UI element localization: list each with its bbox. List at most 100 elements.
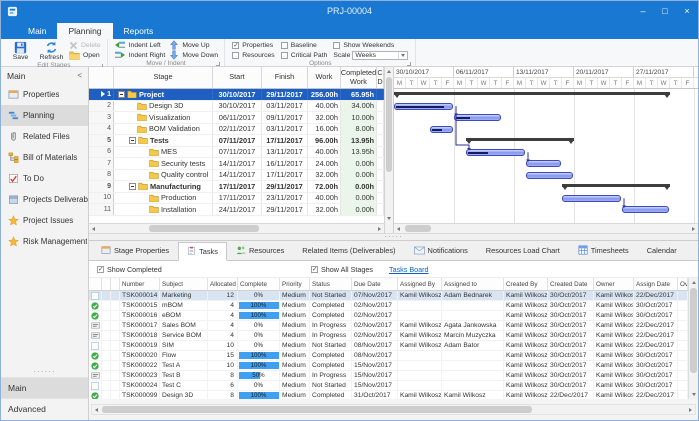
stage-row[interactable]: 1 Project 30/10/2017 29/11/2017 256.00h … <box>89 89 384 101</box>
stage-row[interactable]: 8 Quality control 14/11/2017 17/11/2017 … <box>89 170 384 182</box>
task-row[interactable]: TSK000023 Test B 8 50% Medium In Progres… <box>89 371 688 381</box>
stage-row[interactable]: 10 Production 17/11/2017 23/11/2017 40.0… <box>89 193 384 205</box>
ribbon-tab-planning[interactable]: Planning <box>57 23 112 39</box>
resources-checkbox[interactable]: Resources <box>232 50 275 60</box>
stage-grid-vscrollbar[interactable] <box>384 67 394 233</box>
task-col-status[interactable]: Status <box>310 278 352 290</box>
sidebar-item-properties[interactable]: Properties <box>1 84 88 105</box>
delete-button[interactable]: Delete <box>69 40 101 50</box>
open-button[interactable]: Open <box>69 50 101 60</box>
stage-row[interactable]: 11 Installation 24/11/2017 29/11/2017 32… <box>89 204 384 216</box>
tab-resources[interactable]: Resources <box>227 241 293 260</box>
properties-checkbox[interactable]: ✓Properties <box>232 40 275 50</box>
show-weekends-checkbox[interactable]: Show Weekends <box>333 40 408 50</box>
ribbon-tab-reports[interactable]: Reports <box>113 23 165 39</box>
tab-related-items-deliverables[interactable]: Related Items (Deliverables) <box>293 242 404 260</box>
critical-path-checkbox[interactable]: Critical Path <box>281 50 328 60</box>
tab-timesheets[interactable]: Timesheets <box>569 241 638 260</box>
move-up-button[interactable]: Move Up <box>169 40 218 50</box>
sidebar-item-bill-of-materials[interactable]: Bill of Materials <box>1 147 88 168</box>
tasks-board-link[interactable]: Tasks Board <box>389 261 429 277</box>
task-row[interactable]: TSK000015 mBOM 4 100% Medium Completed 0… <box>89 301 688 311</box>
task-row[interactable]: TSK000016 eBOM 4 100% Medium Completed 0… <box>89 311 688 321</box>
tab-calendar[interactable]: Calendar <box>638 242 686 260</box>
task-col-assigned-by[interactable]: Assigned By <box>398 278 442 290</box>
task-col-allocated[interactable]: Allocated <box>208 278 238 290</box>
collapse-icon[interactable] <box>129 137 136 144</box>
task-row[interactable]: TSK000024 Test C 6 0% Medium Not Started… <box>89 381 688 391</box>
minimize-icon[interactable]: – <box>632 1 654 21</box>
stage-row[interactable]: 4 BOM Validation 02/11/2017 03/11/2017 1… <box>89 124 384 136</box>
task-col-assigned-to[interactable]: Assigned to <box>442 278 504 290</box>
gantt-chart-body[interactable] <box>394 89 698 223</box>
task-col-overdue-days[interactable]: Overdue (Days) <box>678 278 688 290</box>
task-col-subject[interactable]: Subject <box>160 278 208 290</box>
tab-notifications[interactable]: Notifications <box>405 242 477 260</box>
task-table-vscrollbar[interactable] <box>688 278 698 399</box>
show-all-stages-checkbox[interactable]: ✓ Show All Stages <box>311 261 373 277</box>
task-row[interactable]: TSK000020 Flow 15 100% Medium Completed … <box>89 351 688 361</box>
stage-row[interactable]: 9 Manufacturing 17/11/2017 29/11/2017 72… <box>89 181 384 193</box>
show-completed-checkbox[interactable]: ✓ Show Completed <box>97 261 162 277</box>
task-row[interactable]: TSK000018 Service BOM 4 0% Medium In Pro… <box>89 331 688 341</box>
sidebar-splitter-handle[interactable]: ······ <box>1 368 88 377</box>
task-col-icon[interactable] <box>102 278 111 290</box>
collapse-icon[interactable] <box>118 91 125 98</box>
task-row[interactable]: TSK000099 Design 3D 8 100% Medium Comple… <box>89 391 688 399</box>
stage-row[interactable]: 7 Security tests 14/11/2017 16/11/2017 2… <box>89 158 384 170</box>
close-icon[interactable]: × <box>676 1 698 21</box>
indent-left-button[interactable]: Indent Left <box>114 40 166 50</box>
task-col-complete[interactable]: Complete <box>238 278 280 290</box>
tab-tasks[interactable]: Tasks <box>178 242 227 261</box>
task-col-created-date[interactable]: Created Date <box>548 278 594 290</box>
task-row[interactable]: TSK000022 Test A 10 100% Medium Complete… <box>89 361 688 371</box>
indent-right-button[interactable]: Indent Right <box>114 50 166 60</box>
sidebar-item-project-issues[interactable]: Project Issues <box>1 210 88 231</box>
ribbon-tab-main[interactable]: Main <box>17 23 57 39</box>
task-table-hscrollbar[interactable] <box>91 404 696 415</box>
task-col-number[interactable]: Number <box>120 278 160 290</box>
stage-row[interactable]: 3 Visualization 06/11/2017 09/11/2017 32… <box>89 112 384 124</box>
sidebar-item-to-do[interactable]: To Do <box>1 168 88 189</box>
task-col-icon[interactable] <box>111 278 120 290</box>
tab-stage-properties[interactable]: Stage Properties <box>92 241 178 260</box>
task-col-owner[interactable]: Owner <box>594 278 634 290</box>
stage-row[interactable]: 5 Tests 07/11/2017 17/11/2017 96.00h 13.… <box>89 135 384 147</box>
sidebar-item-related-files[interactable]: Related Files <box>1 126 88 147</box>
sidebar-item-planning[interactable]: Planning <box>1 105 88 126</box>
scale-dropdown-icon[interactable] <box>398 52 407 59</box>
task-row[interactable]: TSK000019 SIM 10 0% Medium Not Started 0… <box>89 341 688 351</box>
stage-col-rownum[interactable] <box>89 67 114 88</box>
dialog-launcher-icon[interactable] <box>407 62 411 66</box>
task-row[interactable]: TSK000014 Marketing 12 0% Medium Not Sta… <box>89 291 688 301</box>
sidebar-item-risk-management[interactable]: Risk Management <box>1 231 88 252</box>
sidebar-section-advanced[interactable]: Advanced <box>1 398 88 419</box>
baseline-checkbox[interactable]: Baseline <box>281 40 328 50</box>
sidebar-item-projects-deliverables[interactable]: Projects Deliverables <box>1 189 88 210</box>
task-col-created-by[interactable]: Created By <box>504 278 548 290</box>
task-col-assign-date[interactable]: Assign Date <box>634 278 678 290</box>
stage-row[interactable]: 6 MES 07/11/2017 13/11/2017 40.00h 13.95… <box>89 147 384 159</box>
stage-grid-hscrollbar[interactable] <box>89 223 384 233</box>
stage-col-completed-work[interactable]: Completed Work <box>341 67 377 88</box>
task-row[interactable]: TSK000017 Sales BOM 4 0% Medium In Progr… <box>89 321 688 331</box>
stage-col-clipped[interactable]: CD <box>377 67 384 88</box>
stage-col-work[interactable]: Work <box>308 67 341 88</box>
collapse-icon[interactable] <box>129 183 136 190</box>
tab-resources-load-chart[interactable]: Resources Load Chart <box>477 242 569 260</box>
maximize-icon[interactable]: □ <box>654 1 676 21</box>
move-down-button[interactable]: Move Down <box>169 50 218 60</box>
stage-row[interactable]: 2 Design 3D 30/10/2017 03/11/2017 40.00h… <box>89 101 384 113</box>
task-col-due-date[interactable]: Due Date <box>352 278 398 290</box>
scale-select[interactable]: Weeks <box>352 51 408 60</box>
gantt-chart-hscrollbar[interactable] <box>394 223 698 233</box>
refresh-button[interactable]: Refresh <box>36 40 67 62</box>
stage-col-start[interactable]: Start <box>213 67 262 88</box>
sidebar-section-main[interactable]: Main <box>1 377 88 398</box>
task-col-icon[interactable] <box>89 278 102 290</box>
dialog-launcher-icon[interactable] <box>216 62 220 66</box>
pane-splitter[interactable]: ····· <box>89 233 698 241</box>
collapse-sidebar-icon[interactable]: < <box>77 71 82 80</box>
task-col-priority[interactable]: Priority <box>280 278 310 290</box>
save-button[interactable]: Save <box>5 40 36 62</box>
